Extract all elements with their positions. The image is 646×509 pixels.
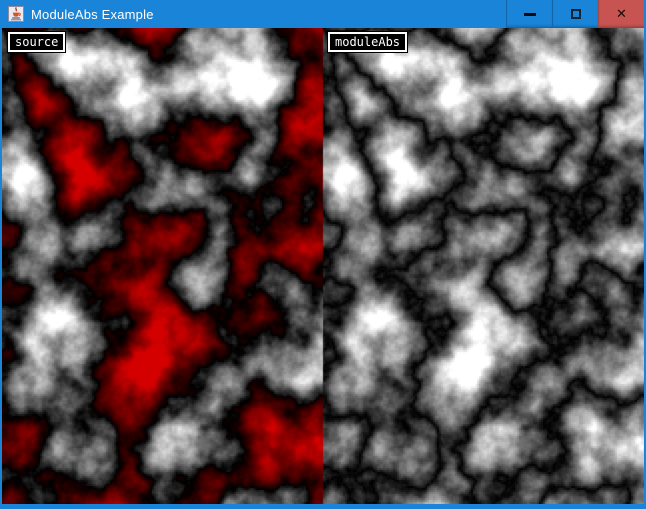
app-window: ModuleAbs Example ✕ source moduleAbs: [0, 0, 646, 509]
maximize-icon: [571, 9, 581, 19]
render-area: source moduleAbs: [2, 28, 644, 504]
close-icon: ✕: [616, 8, 627, 21]
java-coffee-cup-icon[interactable]: [8, 6, 24, 22]
noise-render-canvas: [2, 28, 644, 504]
title-bar[interactable]: ModuleAbs Example ✕: [2, 0, 644, 28]
window-title: ModuleAbs Example: [31, 7, 154, 22]
source-panel-label: source: [8, 32, 65, 52]
minimize-icon: [524, 13, 536, 16]
minimize-button[interactable]: [506, 0, 552, 28]
close-button[interactable]: ✕: [598, 0, 644, 28]
moduleabs-panel-label: moduleAbs: [328, 32, 407, 52]
window-controls: ✕: [506, 0, 644, 28]
maximize-button[interactable]: [552, 0, 598, 28]
